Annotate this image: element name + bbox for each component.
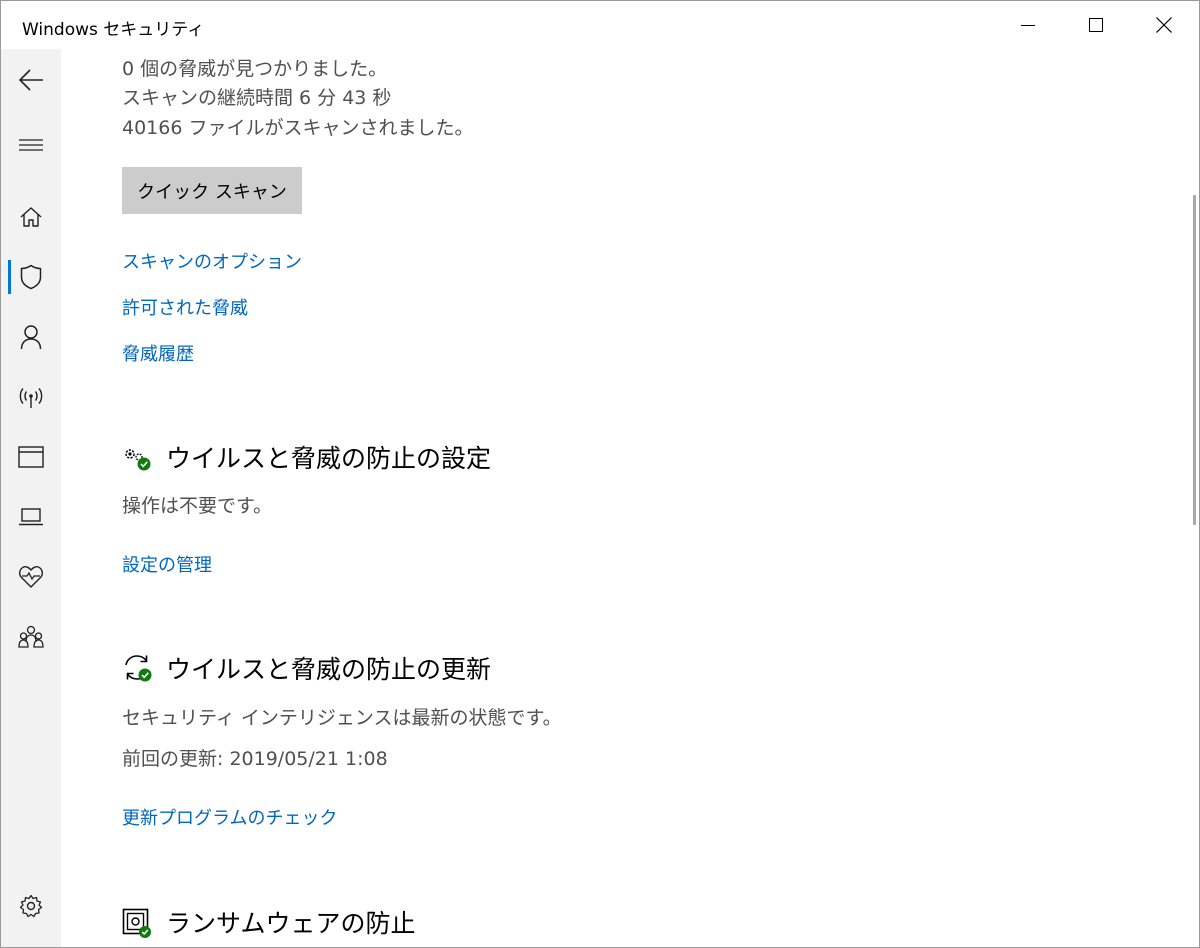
nav-account-protection[interactable] bbox=[1, 312, 61, 362]
minimize-button[interactable] bbox=[994, 1, 1062, 49]
scrollbar-thumb[interactable] bbox=[1193, 195, 1196, 525]
nav-family-options[interactable] bbox=[1, 612, 61, 662]
check-updates-link[interactable]: 更新プログラムのチェック bbox=[122, 804, 337, 830]
nav-sidebar bbox=[1, 49, 61, 947]
updates-section-heading: ウイルスと脅威の防止の更新 bbox=[166, 655, 492, 684]
ransomware-status-icon bbox=[122, 908, 151, 938]
nav-virus-protection[interactable] bbox=[1, 252, 61, 302]
person-icon bbox=[20, 325, 42, 350]
settings-status-text: 操作は不要です。 bbox=[122, 495, 273, 517]
gear-icon bbox=[19, 894, 43, 918]
threat-history-link[interactable]: 脅威履歴 bbox=[122, 340, 194, 366]
window-title: Windows セキュリティ bbox=[22, 20, 205, 40]
nav-back-button[interactable] bbox=[1, 55, 61, 105]
maximize-icon bbox=[1089, 18, 1103, 32]
main-content[interactable]: 0 個の脅威が見つかりました。 スキャンの継続時間 6 分 43 秒 40166… bbox=[61, 49, 1189, 947]
settings-section-heading: ウイルスと脅威の防止の設定 bbox=[166, 444, 492, 473]
family-icon bbox=[18, 625, 44, 648]
quick-scan-button[interactable]: クイック スキャン bbox=[122, 167, 302, 214]
files-scanned-text: 40166 ファイルがスキャンされました。 bbox=[122, 117, 474, 139]
nav-settings[interactable] bbox=[1, 881, 61, 931]
wireless-antenna-icon bbox=[19, 388, 43, 408]
nav-device-security[interactable] bbox=[1, 492, 61, 542]
last-update-text: 前回の更新: 2019/05/21 1:08 bbox=[122, 748, 388, 770]
allowed-threats-link[interactable]: 許可された脅威 bbox=[122, 294, 248, 320]
nav-app-browser-control[interactable] bbox=[1, 432, 61, 482]
settings-status-icon bbox=[125, 449, 151, 471]
scan-duration-text: スキャンの継続時間 6 分 43 秒 bbox=[122, 87, 392, 109]
app-window: Windows セキュリティ 0 個の脅威が見つかりました。 スキャンの継続時間… bbox=[0, 0, 1200, 948]
updates-status-text: セキュリティ インテリジェンスは最新の状態です。 bbox=[122, 707, 562, 729]
close-icon bbox=[1156, 17, 1172, 33]
nav-menu-button[interactable] bbox=[1, 120, 61, 170]
close-button[interactable] bbox=[1130, 1, 1198, 49]
scan-options-link[interactable]: スキャンのオプション bbox=[122, 248, 302, 274]
manage-settings-link[interactable]: 設定の管理 bbox=[122, 551, 212, 577]
nav-firewall[interactable] bbox=[1, 372, 61, 422]
laptop-icon bbox=[19, 508, 43, 526]
minimize-icon bbox=[1021, 25, 1035, 26]
threats-found-text: 0 個の脅威が見つかりました。 bbox=[122, 58, 388, 80]
updates-status-icon bbox=[125, 655, 152, 682]
back-arrow-icon bbox=[18, 69, 43, 91]
nav-device-health[interactable] bbox=[1, 552, 61, 602]
browser-window-icon bbox=[18, 446, 44, 468]
home-icon bbox=[20, 207, 42, 227]
nav-home[interactable] bbox=[1, 192, 61, 242]
ransomware-section-heading: ランサムウェアの防止 bbox=[166, 909, 416, 938]
title-bar[interactable]: Windows セキュリティ bbox=[1, 1, 1199, 49]
hamburger-menu-icon bbox=[19, 139, 43, 151]
vertical-scrollbar[interactable] bbox=[1189, 49, 1199, 947]
shield-icon bbox=[20, 264, 42, 290]
heart-pulse-icon bbox=[18, 566, 44, 588]
maximize-button[interactable] bbox=[1062, 1, 1130, 49]
